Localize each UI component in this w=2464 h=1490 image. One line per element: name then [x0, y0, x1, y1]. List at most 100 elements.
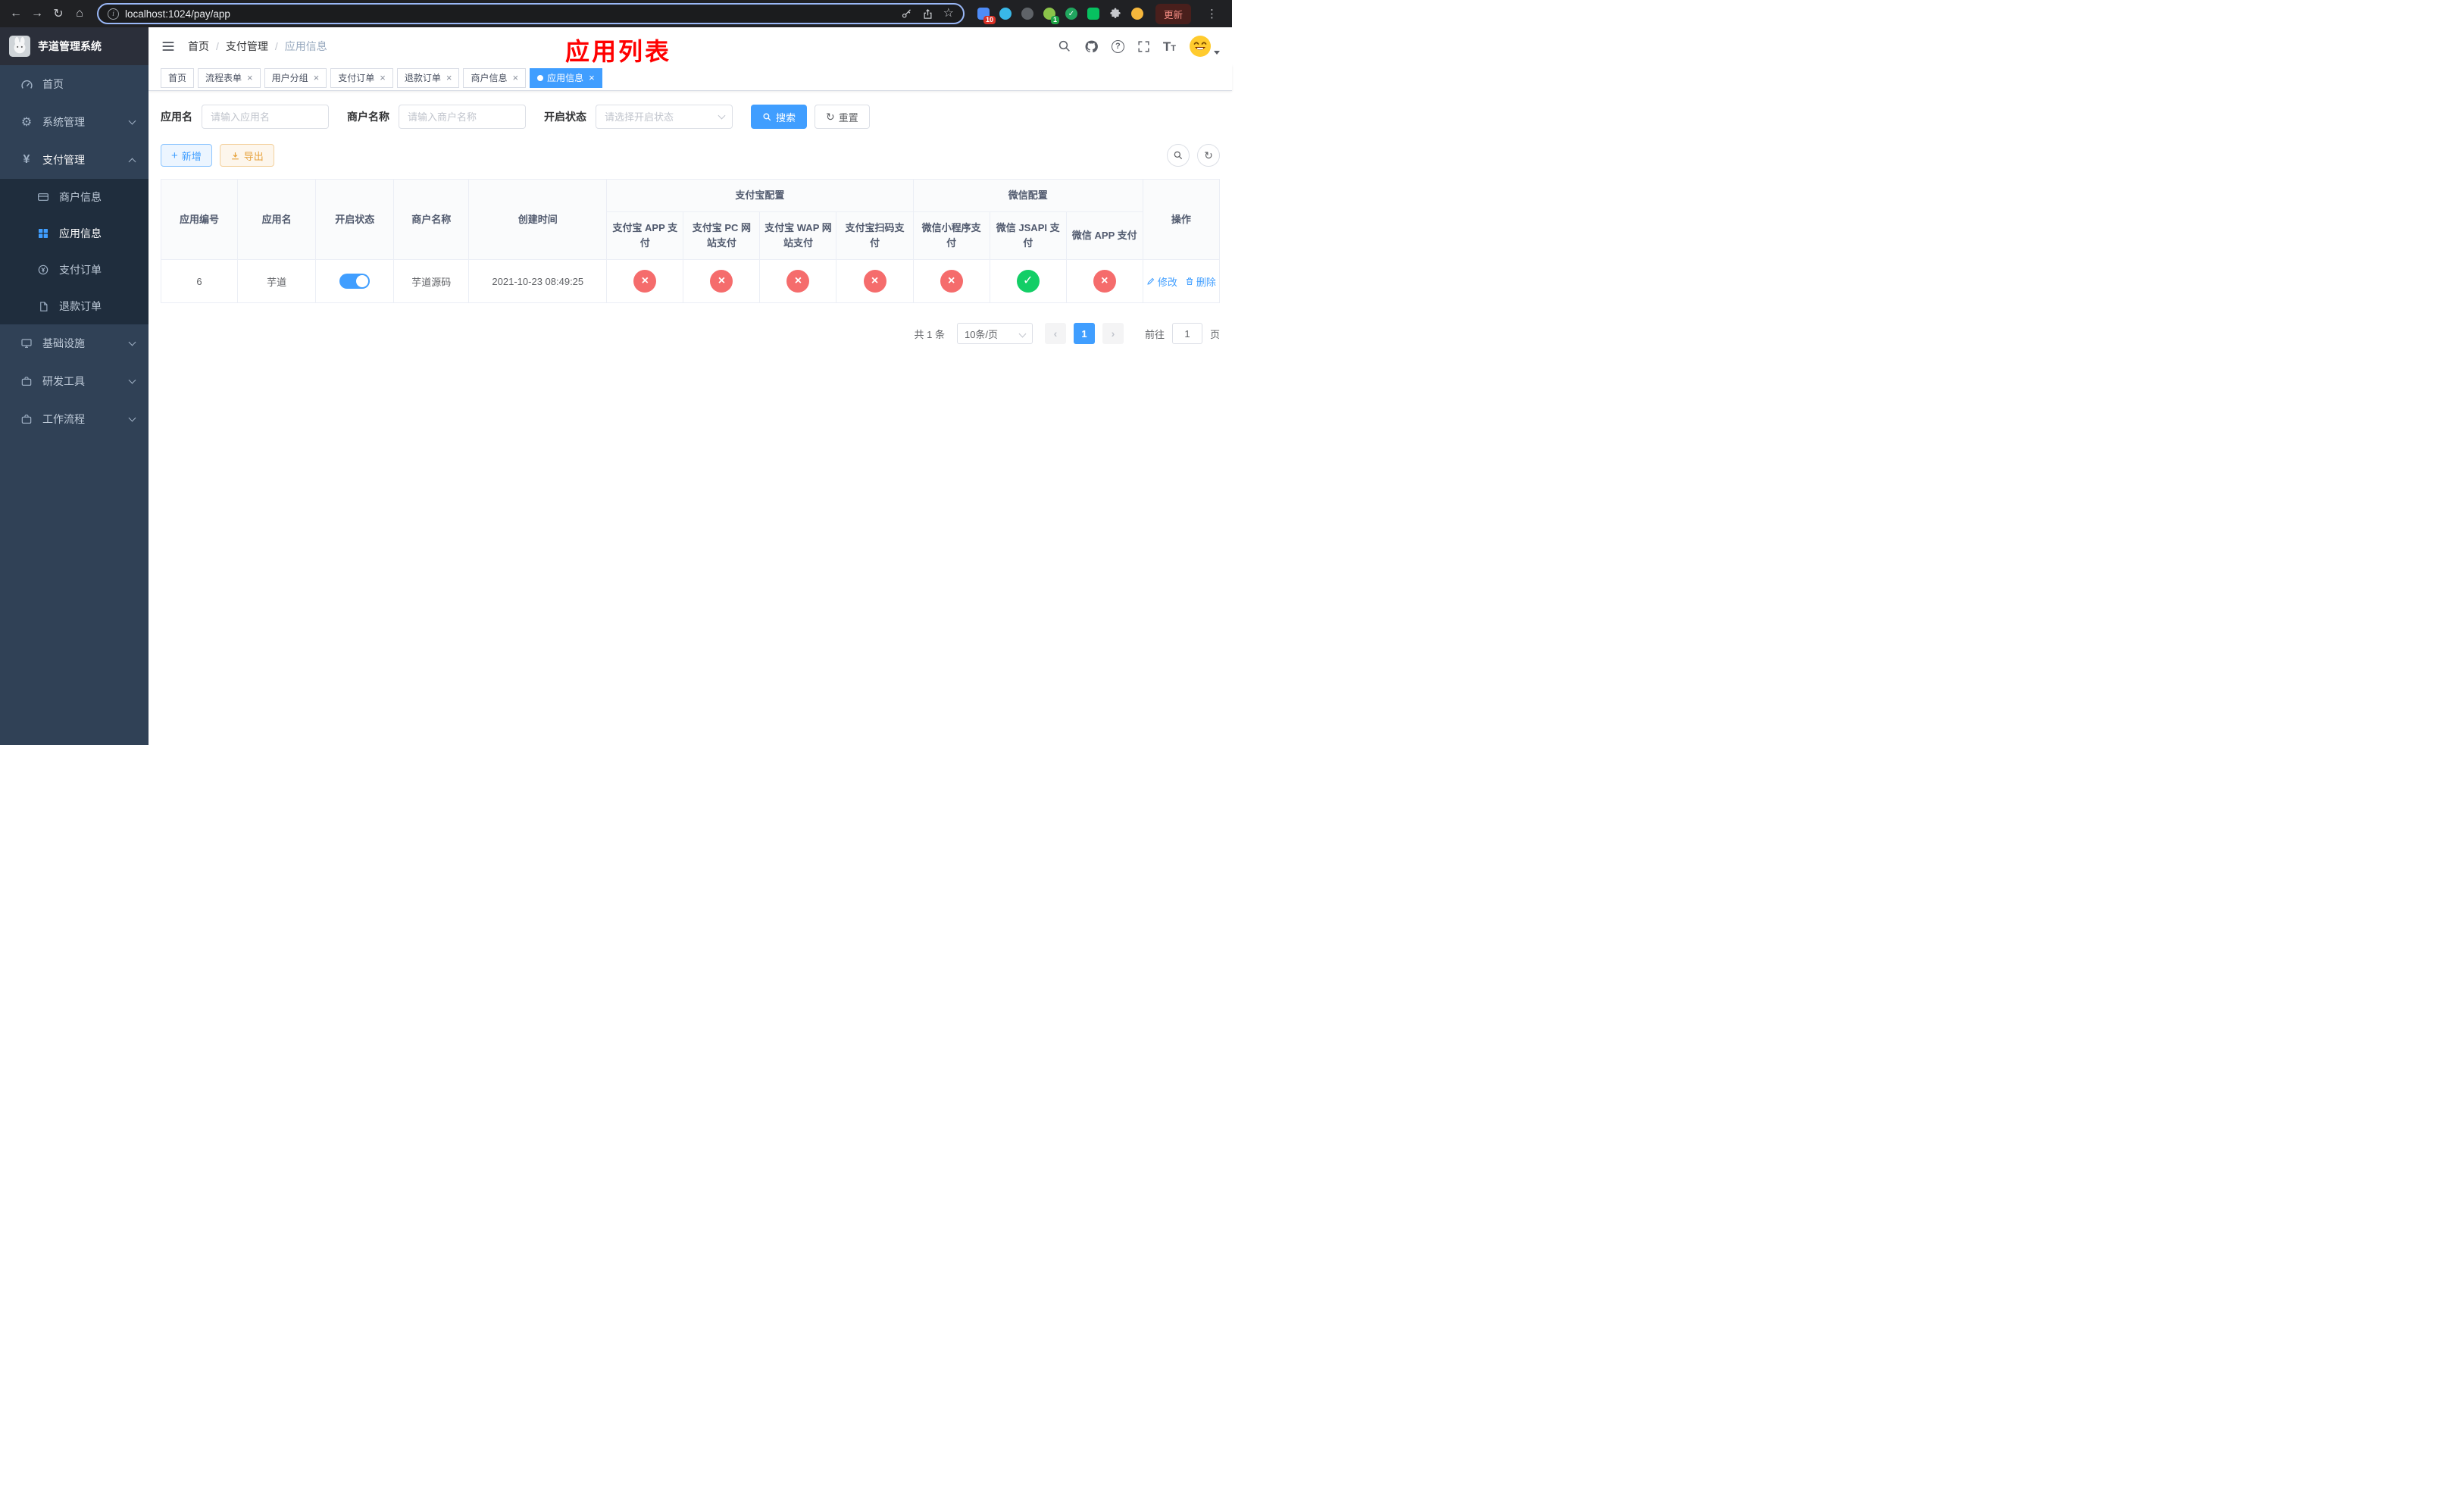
browser-forward-icon[interactable]: →: [27, 4, 47, 23]
close-icon[interactable]: ×: [314, 73, 320, 83]
credit-card-icon: [36, 191, 50, 203]
tab-refund-order[interactable]: 退款订单 ×: [396, 67, 460, 88]
refresh-table-button[interactable]: ↻: [1197, 144, 1220, 167]
site-info-icon[interactable]: i: [108, 8, 119, 20]
reset-button[interactable]: ↻ 重置: [815, 105, 870, 129]
sidebar-item-app-info[interactable]: 应用信息: [0, 215, 149, 252]
sidebar-item-system[interactable]: ⚙ 系统管理: [0, 103, 149, 141]
close-icon[interactable]: ×: [446, 73, 452, 83]
next-page-button[interactable]: ›: [1102, 323, 1124, 345]
config-status-icon: ×: [633, 270, 657, 293]
hamburger-icon[interactable]: [161, 39, 176, 54]
cell-app-id: 6: [160, 259, 239, 304]
tab-user-group[interactable]: 用户分组 ×: [264, 67, 327, 88]
breadcrumb: 首页 / 支付管理 / 应用信息: [188, 39, 327, 54]
breadcrumb-item[interactable]: 首页: [188, 39, 209, 54]
close-icon[interactable]: ×: [380, 73, 386, 83]
edit-button[interactable]: 修改: [1146, 274, 1177, 289]
tab-process-form[interactable]: 流程表单 ×: [198, 67, 261, 88]
sidebar-item-label: 支付订单: [59, 264, 102, 276]
extension-icon-2[interactable]: [999, 7, 1012, 20]
prev-page-button[interactable]: ‹: [1044, 323, 1066, 345]
password-key-icon[interactable]: [901, 8, 912, 20]
merchant-name-input[interactable]: [399, 105, 526, 129]
status-toggle[interactable]: [339, 274, 371, 290]
fullscreen-icon[interactable]: [1137, 40, 1150, 53]
tab-merchant-info[interactable]: 商户信息 ×: [463, 67, 527, 88]
breadcrumb-item[interactable]: 支付管理: [226, 39, 268, 54]
config-status-icon: ×: [940, 270, 963, 293]
page-size-select[interactable]: 10条/页: [956, 323, 1033, 345]
app-name-label: 应用名: [161, 111, 192, 123]
sidebar-submenu-payment: 商户信息 应用信息 支付订单 退款订单: [0, 179, 149, 324]
bookmark-star-icon[interactable]: ☆: [943, 8, 954, 20]
chevron-down-icon: [1018, 330, 1027, 338]
user-avatar[interactable]: [1189, 35, 1220, 58]
sidebar-item-payment[interactable]: ¥ 支付管理: [0, 141, 149, 179]
add-button[interactable]: + 新增: [161, 144, 212, 167]
logo-row[interactable]: 芋道管理系统: [0, 27, 149, 65]
tab-home[interactable]: 首页: [161, 67, 195, 88]
col-header-wx-lite: 微信小程序支付: [912, 211, 990, 261]
browser-menu-icon[interactable]: ⋮: [1202, 7, 1221, 20]
app-name-input[interactable]: [202, 105, 329, 129]
update-button[interactable]: 更新: [1155, 3, 1191, 24]
current-page-button[interactable]: 1: [1073, 323, 1095, 345]
sidebar-item-infrastructure[interactable]: 基础设施: [0, 324, 149, 362]
extension-icon-1[interactable]: 10: [977, 7, 996, 24]
search-icon: [763, 113, 771, 121]
github-icon[interactable]: [1084, 39, 1099, 54]
sidebar-item-merchant-info[interactable]: 商户信息: [0, 179, 149, 215]
status-select-input[interactable]: [596, 105, 733, 129]
search-icon[interactable]: [1058, 39, 1071, 53]
tab-label: 首页: [168, 73, 187, 83]
search-button[interactable]: 搜索: [751, 105, 808, 129]
extension-icon-6[interactable]: [1087, 7, 1100, 20]
extension-icon-3[interactable]: [1021, 7, 1034, 20]
chevron-down-icon: [128, 376, 136, 383]
trash-icon: [1186, 277, 1193, 286]
goto-page-input[interactable]: [1171, 323, 1202, 345]
cell-create-time: 2021-10-23 08:49:25: [468, 259, 608, 304]
col-header-app-name: 应用名: [237, 178, 317, 261]
toggle-search-button[interactable]: [1167, 144, 1190, 167]
extension-icon-4[interactable]: 1: [1043, 7, 1059, 24]
sidebar-item-dev-tools[interactable]: 研发工具: [0, 362, 149, 400]
url-text[interactable]: localhost:1024/pay/app: [125, 8, 895, 20]
sidebar-item-label: 系统管理: [42, 116, 85, 128]
browser-refresh-icon[interactable]: ↻: [48, 4, 68, 23]
browser-profile-avatar[interactable]: [1130, 7, 1144, 20]
export-button-label: 导出: [243, 150, 264, 162]
extensions-puzzle-icon[interactable]: [1108, 7, 1122, 20]
address-bar[interactable]: i localhost:1024/pay/app ☆: [97, 3, 965, 24]
sidebar-item-refund-order[interactable]: 退款订单: [0, 288, 149, 324]
sidebar-item-home[interactable]: 首页: [0, 65, 149, 103]
status-select[interactable]: [596, 105, 733, 129]
tab-label: 退款订单: [404, 73, 441, 83]
sidebar-menu: 首页 ⚙ 系统管理 ¥ 支付管理 商户信息 应用信息 支付订单 退款订单 基础设…: [0, 65, 149, 745]
tab-pay-order[interactable]: 支付订单 ×: [330, 67, 393, 88]
browser-home-icon[interactable]: ⌂: [70, 4, 89, 23]
close-icon[interactable]: ×: [247, 73, 253, 83]
help-icon[interactable]: ?: [1111, 39, 1124, 53]
col-header-alipay-qr: 支付宝扫码支付: [836, 211, 914, 261]
sidebar-item-pay-order[interactable]: 支付订单: [0, 252, 149, 288]
cell-wx-app: ×: [1065, 259, 1143, 304]
close-icon[interactable]: ×: [512, 73, 518, 83]
cell-wx-lite: ×: [912, 259, 990, 304]
status-label: 开启状态: [544, 111, 586, 123]
cell-alipay-wap: ×: [759, 259, 837, 304]
col-header-operations: 操作: [1142, 178, 1221, 261]
config-status-icon: ×: [786, 270, 810, 293]
sidebar-item-workflow[interactable]: 工作流程: [0, 400, 149, 438]
navbar: 首页 / 支付管理 / 应用信息 应用列表 ? TT: [149, 27, 1232, 65]
extension-icon-5[interactable]: ✓: [1065, 7, 1078, 20]
font-size-icon[interactable]: TT: [1163, 40, 1176, 53]
export-button[interactable]: 导出: [219, 144, 274, 167]
share-icon[interactable]: [922, 8, 933, 20]
browser-back-icon[interactable]: ←: [6, 4, 26, 23]
logo-image: [9, 36, 30, 57]
delete-button[interactable]: 删除: [1185, 274, 1216, 289]
tab-app-info[interactable]: 应用信息 ×: [530, 67, 602, 88]
close-icon[interactable]: ×: [589, 73, 595, 83]
